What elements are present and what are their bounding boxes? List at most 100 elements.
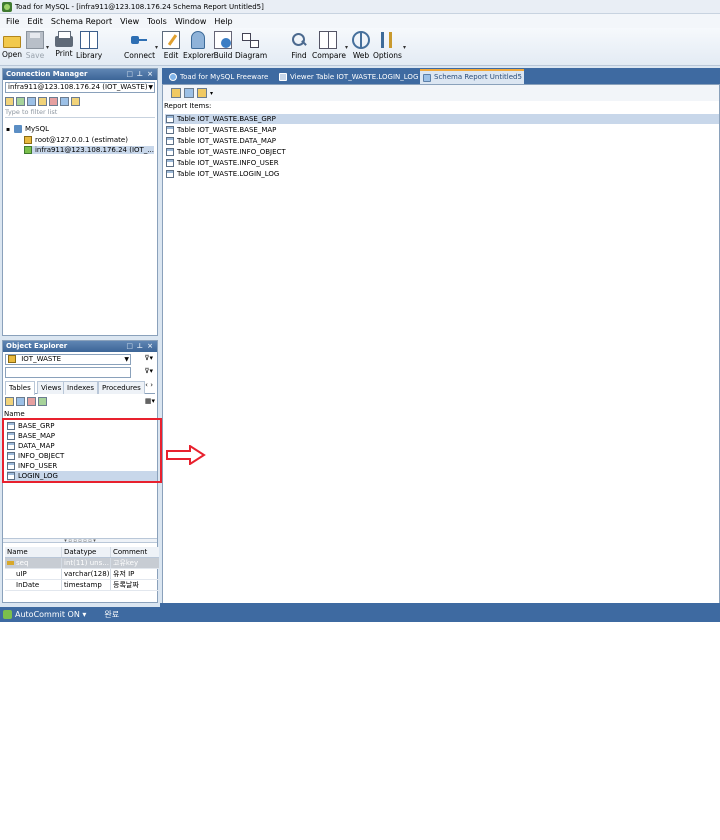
save-button[interactable]: Save bbox=[25, 31, 45, 65]
grid-cell-comment: 고유key bbox=[113, 559, 139, 567]
connection-filter-input[interactable]: Type to filter list bbox=[5, 108, 155, 118]
printer-icon bbox=[55, 31, 73, 47]
table-icon bbox=[166, 148, 174, 156]
menu-file[interactable]: File bbox=[2, 17, 23, 26]
connect-dropdown-icon[interactable]: ▾ bbox=[155, 44, 158, 51]
tree-node-connection-estimate[interactable]: root@127.0.0.1 (estimate) bbox=[24, 136, 128, 144]
schema-report-icon bbox=[423, 74, 431, 82]
table-row[interactable]: InDate timestamp 등록날짜 bbox=[5, 580, 159, 591]
alter-table-icon[interactable] bbox=[16, 396, 25, 406]
highlight-annotation-box bbox=[2, 418, 162, 483]
add-item-icon[interactable] bbox=[184, 88, 194, 98]
properties-icon[interactable] bbox=[71, 96, 80, 106]
panel-float-icon[interactable]: □ bbox=[126, 341, 133, 352]
chevron-down-icon[interactable]: ▼ bbox=[124, 355, 129, 364]
generate-report-icon[interactable] bbox=[171, 88, 181, 98]
grid-header-name[interactable]: Name bbox=[5, 547, 62, 557]
tab-viewer-login-log[interactable]: Viewer Table IOT_WASTE.LOGIN_LOG bbox=[276, 70, 418, 84]
tab-indexes[interactable]: Indexes bbox=[63, 381, 99, 394]
list-item[interactable]: Table IOT_WASTE.LOGIN_LOG bbox=[165, 169, 719, 179]
diagram-button[interactable]: Diagram bbox=[235, 31, 267, 65]
save-dropdown-icon[interactable]: ▾ bbox=[46, 44, 49, 51]
tab-label: Toad for MySQL Freeware bbox=[180, 73, 269, 81]
list-item[interactable]: Table IOT_WASTE.DATA_MAP bbox=[165, 136, 719, 146]
schema-select[interactable]: IOT_WASTE ▼ bbox=[5, 354, 131, 365]
panel-pin-icon[interactable]: ⊥ bbox=[137, 69, 143, 80]
panel-close-icon[interactable]: × bbox=[147, 341, 153, 352]
toolbar-dropdown-icon[interactable]: ▾ bbox=[210, 90, 213, 97]
tab-procedures[interactable]: Procedures bbox=[98, 381, 145, 394]
grid-header-datatype[interactable]: Datatype bbox=[62, 547, 111, 557]
web-button[interactable]: Web bbox=[351, 31, 371, 65]
menu-window[interactable]: Window bbox=[171, 17, 211, 26]
grid-cell-comment: 등록날짜 bbox=[113, 581, 139, 589]
name-column-header[interactable]: Name bbox=[4, 410, 25, 418]
create-table-icon[interactable] bbox=[5, 396, 14, 406]
chevron-down-icon[interactable]: ▼ bbox=[148, 83, 153, 92]
compare-dropdown-icon[interactable]: ▾ bbox=[345, 44, 348, 51]
build-button[interactable]: Build bbox=[213, 31, 233, 65]
grid-header-comment[interactable]: Comment bbox=[111, 547, 159, 557]
list-item[interactable]: Table IOT_WASTE.BASE_MAP bbox=[165, 125, 719, 135]
open-button[interactable]: Open bbox=[2, 31, 22, 65]
edit-connection-icon[interactable] bbox=[38, 96, 47, 106]
menu-view[interactable]: View bbox=[116, 17, 143, 26]
menu-schema-report[interactable]: Schema Report bbox=[47, 17, 116, 26]
menu-help[interactable]: Help bbox=[210, 17, 236, 26]
options-button[interactable]: Options bbox=[373, 31, 402, 65]
drop-table-icon[interactable] bbox=[27, 396, 36, 406]
print-button[interactable]: Print bbox=[53, 31, 75, 65]
options-dropdown-icon[interactable]: ▾ bbox=[403, 44, 406, 51]
object-explorer-header: Object Explorer □ ⊥ × bbox=[3, 341, 157, 352]
connection-select[interactable]: infra911@123.108.176.24 (IOT_WASTE) ▼ bbox=[5, 82, 155, 93]
tree-node-connection-active[interactable]: infra911@123.108.176.24 (IOT_... bbox=[24, 146, 154, 154]
delete-connection-icon[interactable] bbox=[49, 96, 58, 106]
report-items-label: Report Items: bbox=[164, 102, 212, 110]
report-item-label: Table IOT_WASTE.DATA_MAP bbox=[177, 137, 276, 145]
list-item[interactable]: Table IOT_WASTE.BASE_GRP bbox=[165, 114, 719, 124]
filter-funnel-icon[interactable]: ⊽▾ bbox=[144, 354, 153, 362]
report-options-icon[interactable] bbox=[197, 88, 207, 98]
menu-edit[interactable]: Edit bbox=[23, 17, 47, 26]
menu-tools[interactable]: Tools bbox=[143, 17, 171, 26]
list-item[interactable]: Table IOT_WASTE.INFO_OBJECT bbox=[165, 147, 719, 157]
library-button[interactable]: Library bbox=[76, 31, 102, 65]
table-row[interactable]: uIP varchar(128) 유저 IP bbox=[5, 569, 159, 580]
refresh-icon[interactable] bbox=[60, 96, 69, 106]
connect-button[interactable]: Connect bbox=[124, 31, 155, 65]
columns-grid: Name Datatype Comment seq int(11) uns...… bbox=[5, 547, 159, 591]
connection-select-value: infra911@123.108.176.24 (IOT_WASTE) bbox=[8, 83, 148, 91]
schema-select-value: IOT_WASTE bbox=[21, 355, 62, 363]
tree-node-mysql[interactable]: ▪ MySQL bbox=[6, 125, 49, 133]
tab-toad-freeware[interactable]: Toad for MySQL Freeware bbox=[166, 70, 276, 84]
object-filter-input[interactable] bbox=[5, 367, 131, 378]
table-row[interactable]: seq int(11) uns... 고유key bbox=[5, 558, 159, 569]
compare-button[interactable]: Compare bbox=[312, 31, 346, 65]
find-button[interactable]: Find bbox=[289, 31, 309, 65]
splitter-handle[interactable]: ▾ ▫ ▫ ▫ ▫ ▫ ▾ bbox=[3, 538, 157, 544]
collapse-icon[interactable]: ▪ bbox=[6, 126, 12, 133]
panel-float-icon[interactable]: □ bbox=[126, 69, 133, 80]
autocommit-toggle[interactable]: AutoCommit ON ▾ bbox=[15, 610, 86, 619]
panel-pin-icon[interactable]: ⊥ bbox=[137, 341, 143, 352]
status-bar: AutoCommit ON ▾ 완료 bbox=[0, 607, 720, 622]
filter-funnel-icon[interactable]: ⊽▾ bbox=[144, 367, 153, 375]
tab-schema-report[interactable]: Schema Report Untitled5 bbox=[420, 69, 524, 84]
explorer-button[interactable]: Explorer bbox=[183, 31, 214, 65]
edit-button[interactable]: Edit bbox=[162, 31, 180, 65]
new-connection-icon[interactable] bbox=[5, 96, 14, 106]
tab-tables[interactable]: Tables bbox=[5, 381, 35, 395]
disconnect-icon[interactable] bbox=[27, 96, 36, 106]
grid-cell-datatype: timestamp bbox=[62, 580, 111, 590]
panel-close-icon[interactable]: × bbox=[147, 69, 153, 80]
status-message: 완료 bbox=[104, 610, 120, 619]
list-item[interactable]: Table IOT_WASTE.INFO_USER bbox=[165, 158, 719, 168]
refresh-icon[interactable] bbox=[38, 396, 47, 406]
view-mode-icon[interactable]: ▦▾ bbox=[145, 397, 155, 405]
report-item-label: Table IOT_WASTE.INFO_OBJECT bbox=[177, 148, 286, 156]
open-label: Open bbox=[2, 50, 23, 59]
tab-scroll-arrows[interactable]: ‹ › bbox=[145, 381, 153, 389]
database-icon bbox=[191, 31, 205, 49]
connect-icon[interactable] bbox=[16, 96, 25, 106]
tab-views[interactable]: Views bbox=[37, 381, 66, 394]
